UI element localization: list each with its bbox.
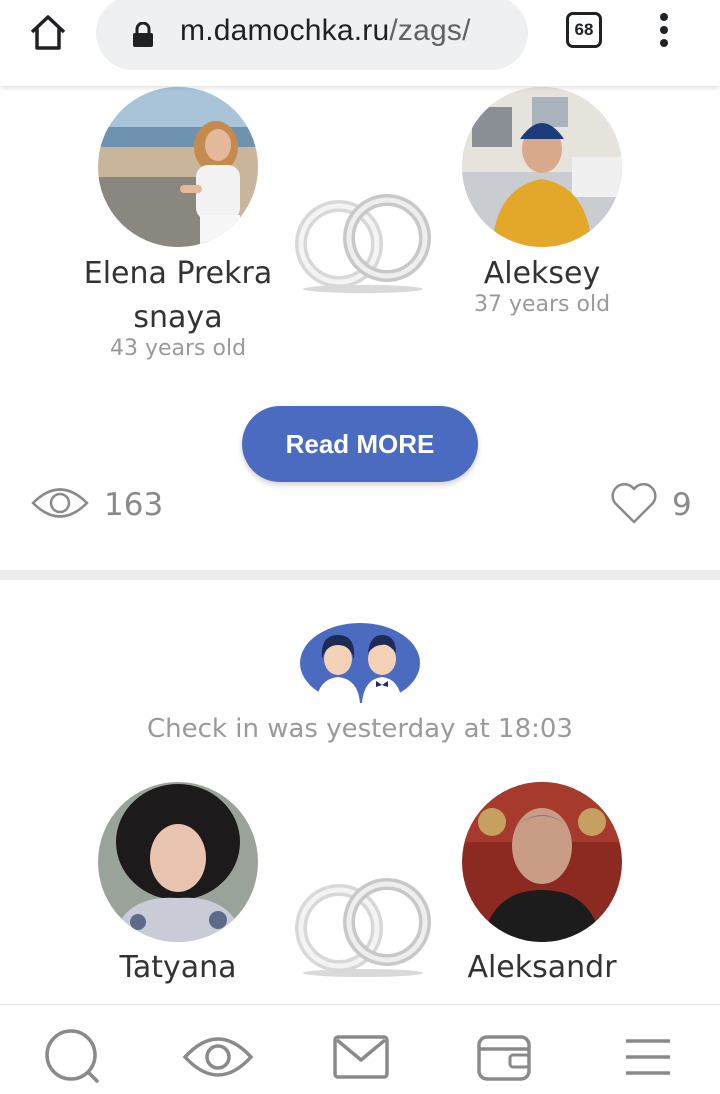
views-count: 163 bbox=[104, 487, 164, 523]
browser-toolbar: m.damochka.ru/zags/ 68 bbox=[0, 0, 720, 86]
bride-groom-icon bbox=[300, 623, 420, 703]
couple-card: Check in was yesterday at 18:03 Tatyana … bbox=[0, 580, 720, 1004]
read-more-button[interactable]: Read MORE bbox=[242, 406, 478, 482]
lock-icon bbox=[132, 21, 154, 48]
address-bar[interactable]: m.damochka.ru/zags/ bbox=[96, 0, 528, 70]
partner2-name[interactable]: Aleksandr bbox=[432, 946, 652, 990]
likes-count: 9 bbox=[672, 487, 692, 523]
couple-card: Elena Prekra snaya 43 years old Aleksey … bbox=[0, 86, 720, 570]
partner1-name[interactable]: Tatyana bbox=[68, 946, 288, 990]
menu-icon[interactable] bbox=[622, 1027, 682, 1087]
wedding-rings-icon bbox=[283, 870, 443, 990]
likes-counter[interactable]: 9 bbox=[610, 480, 692, 530]
home-icon[interactable] bbox=[26, 12, 70, 52]
search-icon[interactable] bbox=[43, 1027, 103, 1087]
heart-icon[interactable] bbox=[610, 481, 658, 530]
checkin-text: Check in was yesterday at 18:03 bbox=[147, 714, 573, 744]
tab-count: 68 bbox=[574, 20, 594, 39]
mail-icon[interactable] bbox=[331, 1027, 391, 1087]
eye-icon bbox=[30, 480, 90, 531]
partner2-age: 37 years old bbox=[473, 292, 611, 317]
avatar-partner1[interactable] bbox=[98, 87, 258, 247]
bottom-navigation bbox=[0, 1004, 720, 1094]
tabs-icon[interactable]: 68 bbox=[566, 12, 602, 48]
url-path: /zags/ bbox=[389, 14, 471, 47]
avatar-partner2[interactable] bbox=[462, 87, 622, 247]
avatar-partner2[interactable] bbox=[462, 782, 622, 942]
partner2-name[interactable]: Aleksey bbox=[432, 252, 652, 296]
wedding-feed: Elena Prekra snaya 43 years old Aleksey … bbox=[0, 86, 720, 1004]
url-domain: m.damochka.ru bbox=[180, 14, 390, 47]
wallet-icon[interactable] bbox=[474, 1027, 534, 1087]
url-text: m.damochka.ru/zags/ bbox=[180, 14, 471, 48]
partner1-age: 43 years old bbox=[109, 336, 247, 361]
partner1-name[interactable]: Elena Prekra snaya bbox=[68, 252, 288, 340]
views-counter: 163 bbox=[30, 480, 163, 530]
more-vert-icon[interactable] bbox=[655, 12, 673, 52]
card-divider bbox=[0, 570, 720, 580]
avatar-partner1[interactable] bbox=[98, 782, 258, 942]
eye-icon[interactable] bbox=[182, 1027, 254, 1087]
wedding-rings-icon bbox=[283, 186, 443, 306]
